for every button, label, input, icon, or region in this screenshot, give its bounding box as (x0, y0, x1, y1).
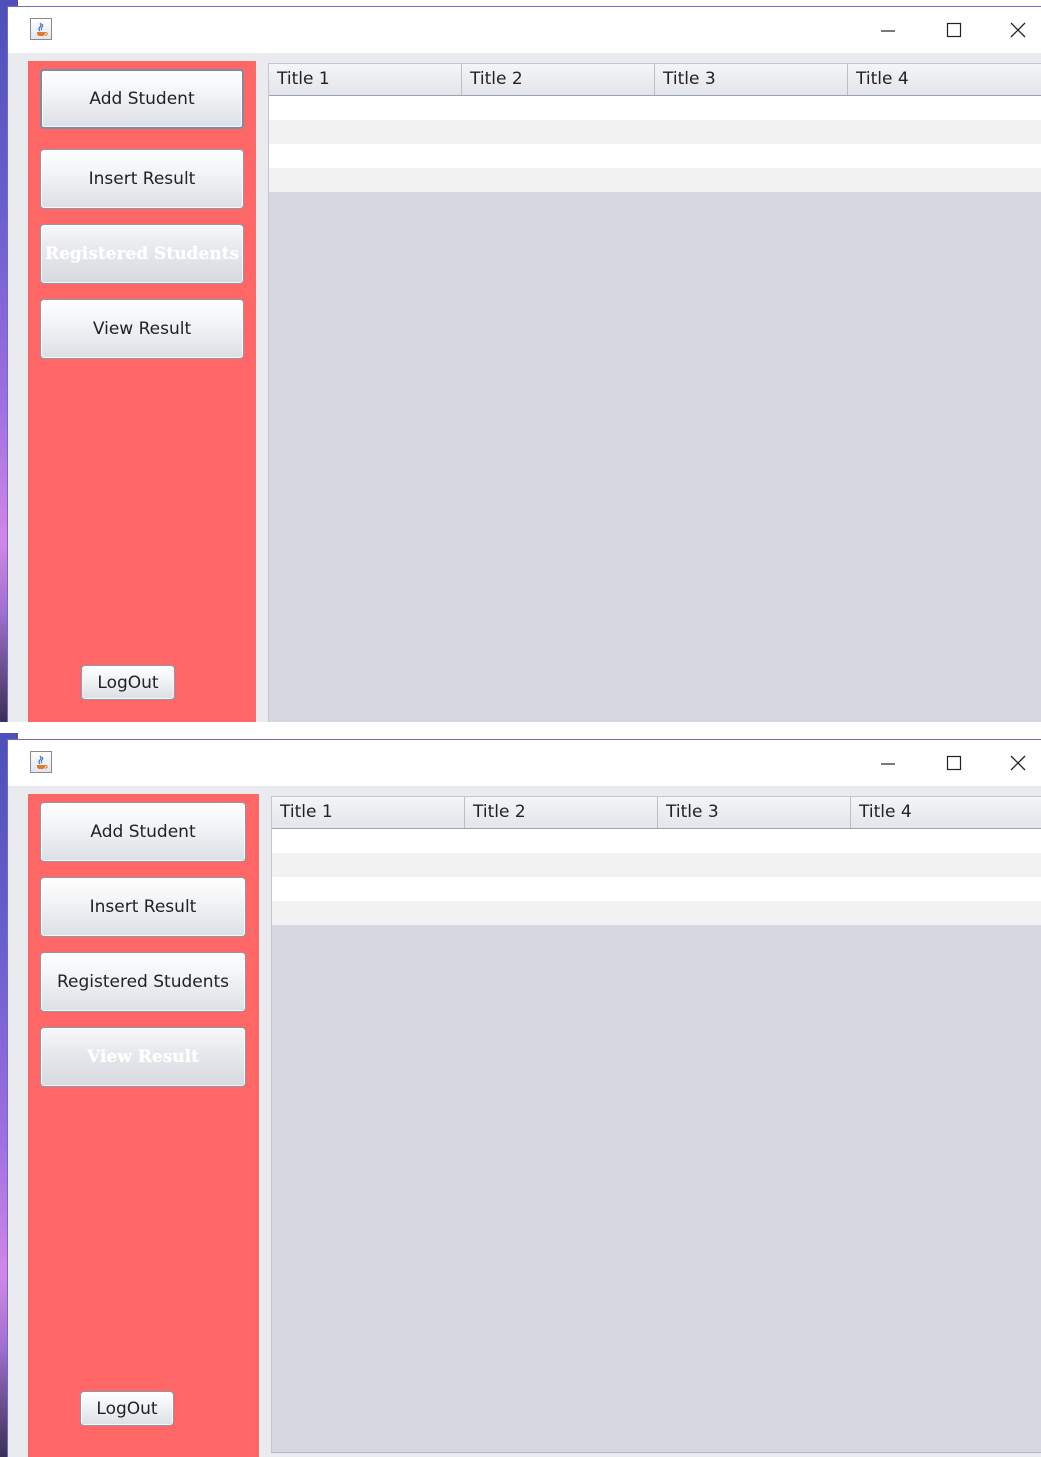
app-window-1: Add Student Insert Result Registered Stu… (0, 0, 1041, 722)
table-header: Title 1 Title 2 Title 3 Title 4 (272, 797, 1041, 829)
results-table: Title 1 Title 2 Title 3 Title 4 (271, 796, 1041, 1453)
add-student-button[interactable]: Add Student (40, 69, 244, 129)
insert-result-button[interactable]: Insert Result (40, 877, 246, 937)
column-header[interactable]: Title 2 (465, 797, 658, 828)
logout-button[interactable]: LogOut (81, 665, 175, 700)
table-header: Title 1 Title 2 Title 3 Title 4 (269, 64, 1041, 96)
table-row[interactable] (269, 96, 1041, 120)
view-result-button[interactable]: View Result (40, 1027, 246, 1087)
minimize-button[interactable] (865, 15, 911, 45)
column-header[interactable]: Title 2 (462, 64, 655, 95)
app-window-2: Add Student Insert Result Registered Stu… (0, 733, 1041, 1457)
minimize-button[interactable] (865, 748, 911, 778)
java-cup-icon (30, 751, 52, 773)
minimize-icon (881, 763, 895, 765)
title-bar[interactable] (8, 740, 1041, 786)
close-icon (1010, 22, 1026, 38)
table-row[interactable] (269, 168, 1041, 192)
close-icon (1010, 755, 1026, 771)
column-header[interactable]: Title 1 (272, 797, 465, 828)
insert-result-button[interactable]: Insert Result (40, 149, 244, 209)
close-button[interactable] (995, 748, 1041, 778)
maximize-icon (946, 22, 962, 38)
column-header[interactable]: Title 1 (269, 64, 462, 95)
maximize-button[interactable] (931, 748, 977, 778)
content-pane: Add Student Insert Result Registered Stu… (8, 53, 1041, 722)
column-header[interactable]: Title 3 (655, 64, 848, 95)
table-row[interactable] (272, 829, 1041, 853)
screenshot-page: Add Student Insert Result Registered Stu… (0, 0, 1041, 1457)
table-row[interactable] (272, 877, 1041, 901)
table-body (272, 829, 1041, 925)
table-row[interactable] (272, 853, 1041, 877)
sidebar: Add Student Insert Result Registered Stu… (28, 794, 259, 1457)
table-row[interactable] (272, 901, 1041, 925)
window-frame: Add Student Insert Result Registered Stu… (7, 6, 1041, 722)
minimize-icon (881, 30, 895, 32)
table-row[interactable] (269, 144, 1041, 168)
close-button[interactable] (995, 15, 1041, 45)
add-student-button[interactable]: Add Student (40, 802, 246, 862)
table-body (269, 96, 1041, 192)
column-header[interactable]: Title 4 (851, 797, 1041, 828)
maximize-icon (946, 755, 962, 771)
java-cup-icon (30, 18, 52, 40)
column-header[interactable]: Title 4 (848, 64, 1041, 95)
logout-button[interactable]: LogOut (80, 1391, 174, 1426)
window-frame: Add Student Insert Result Registered Stu… (7, 739, 1041, 1457)
sidebar: Add Student Insert Result Registered Stu… (28, 61, 256, 722)
view-result-button[interactable]: View Result (40, 299, 244, 359)
title-bar[interactable] (8, 7, 1041, 53)
registered-students-button[interactable]: Registered Students (40, 952, 246, 1012)
content-pane: Add Student Insert Result Registered Stu… (8, 786, 1041, 1457)
column-header[interactable]: Title 3 (658, 797, 851, 828)
table-row[interactable] (269, 120, 1041, 144)
results-table: Title 1 Title 2 Title 3 Title 4 (268, 63, 1041, 722)
registered-students-button[interactable]: Registered Students (40, 224, 244, 284)
maximize-button[interactable] (931, 15, 977, 45)
